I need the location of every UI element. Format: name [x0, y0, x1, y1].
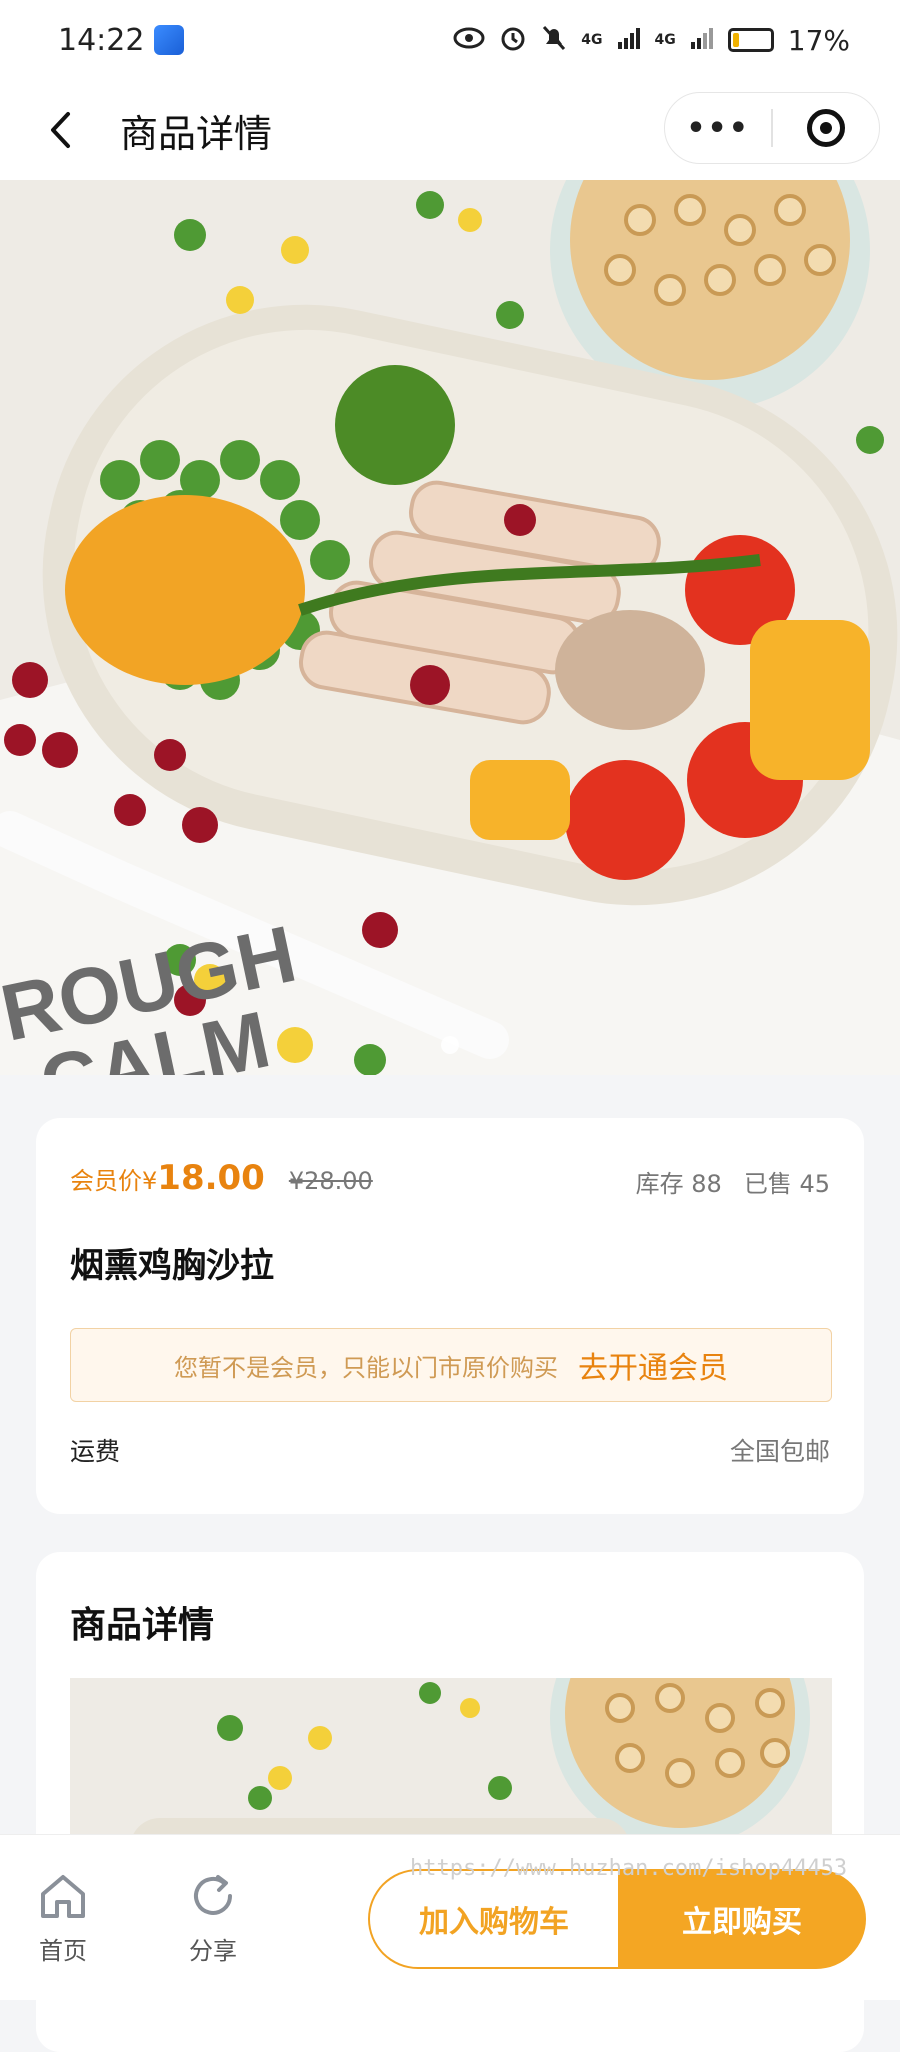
chevron-left-icon — [51, 112, 70, 148]
battery-icon — [727, 28, 774, 52]
product-name: 烟熏鸡胸沙拉 — [70, 1246, 274, 1286]
product-image-carousel[interactable]: ROUGH CALM — [0, 180, 900, 1075]
shipping-value: 全国包邮 — [729, 1437, 830, 1466]
status-right: 4G 4G 17% — [453, 24, 850, 57]
shipping-label: 运费 — [70, 1437, 121, 1466]
signal-1-icon — [617, 26, 641, 55]
battery-percent: 17% — [787, 23, 850, 57]
watermark-text: https://www.huzhan.com/ishop44453 — [410, 1856, 848, 1881]
shipping-row: 运费 全国包邮 — [70, 1432, 830, 1468]
alarm-icon — [499, 24, 527, 57]
carousel-indicator-dot[interactable] — [441, 1036, 459, 1054]
more-button[interactable]: ••• — [665, 111, 771, 146]
miniprogram-capsule: ••• — [664, 92, 880, 164]
add-to-cart-button[interactable]: 加入购物车 — [368, 1869, 618, 1969]
home-icon — [41, 1875, 85, 1918]
membership-notice-text: 您暂不是会员，只能以门市原价购买 — [174, 1353, 558, 1382]
page-title: 商品详情 — [120, 111, 273, 156]
buy-now-button[interactable]: 立即购买 — [618, 1869, 866, 1969]
price-row: 会员价¥ 18.00 ¥28.00 — [70, 1158, 373, 1198]
more-dots-icon: ••• — [686, 110, 750, 146]
open-membership-link[interactable]: 去开通会员 — [578, 1343, 728, 1387]
status-bar: 14:22 4G 4G 17% — [0, 0, 900, 80]
share-tab-label: 分享 — [189, 1937, 237, 1965]
app-notification-icon — [154, 25, 185, 55]
detail-title: 商品详情 — [70, 1605, 215, 1646]
membership-notice: 您暂不是会员，只能以门市原价购买 去开通会员 — [70, 1328, 832, 1402]
stock-count: 库存 88 — [635, 1170, 722, 1198]
status-left: 14:22 — [58, 22, 185, 58]
detail-image — [70, 1678, 832, 1838]
network-2-label: 4G — [654, 32, 676, 48]
salad-photo-icon: ROUGH CALM — [0, 180, 900, 1075]
stock-info: 库存 88 已售 45 — [636, 1164, 830, 1199]
product-info-card: 会员价¥ 18.00 ¥28.00 库存 88 已售 45 烟熏鸡胸沙拉 您暂不… — [36, 1118, 864, 1514]
home-tab[interactable]: 首页 — [18, 1869, 108, 1966]
salad-detail-photo-icon — [70, 1678, 832, 1838]
eye-icon — [453, 27, 485, 54]
back-button[interactable] — [30, 100, 90, 160]
nav-bar: 商品详情 ••• — [0, 80, 900, 180]
mute-bell-icon — [541, 24, 567, 57]
network-1-label: 4G — [581, 32, 603, 48]
home-tab-label: 首页 — [39, 1937, 87, 1965]
original-price: ¥28.00 — [288, 1167, 373, 1195]
member-price-label: 会员价¥ — [70, 1167, 158, 1195]
share-refresh-icon — [194, 1875, 232, 1915]
member-price: 18.00 — [157, 1158, 265, 1198]
sold-count: 已售 45 — [743, 1170, 830, 1198]
target-icon — [806, 109, 845, 147]
share-tab[interactable]: 分享 — [168, 1869, 258, 1966]
status-time: 14:22 — [58, 22, 145, 58]
signal-2-icon — [690, 26, 714, 55]
close-button[interactable] — [773, 109, 879, 147]
